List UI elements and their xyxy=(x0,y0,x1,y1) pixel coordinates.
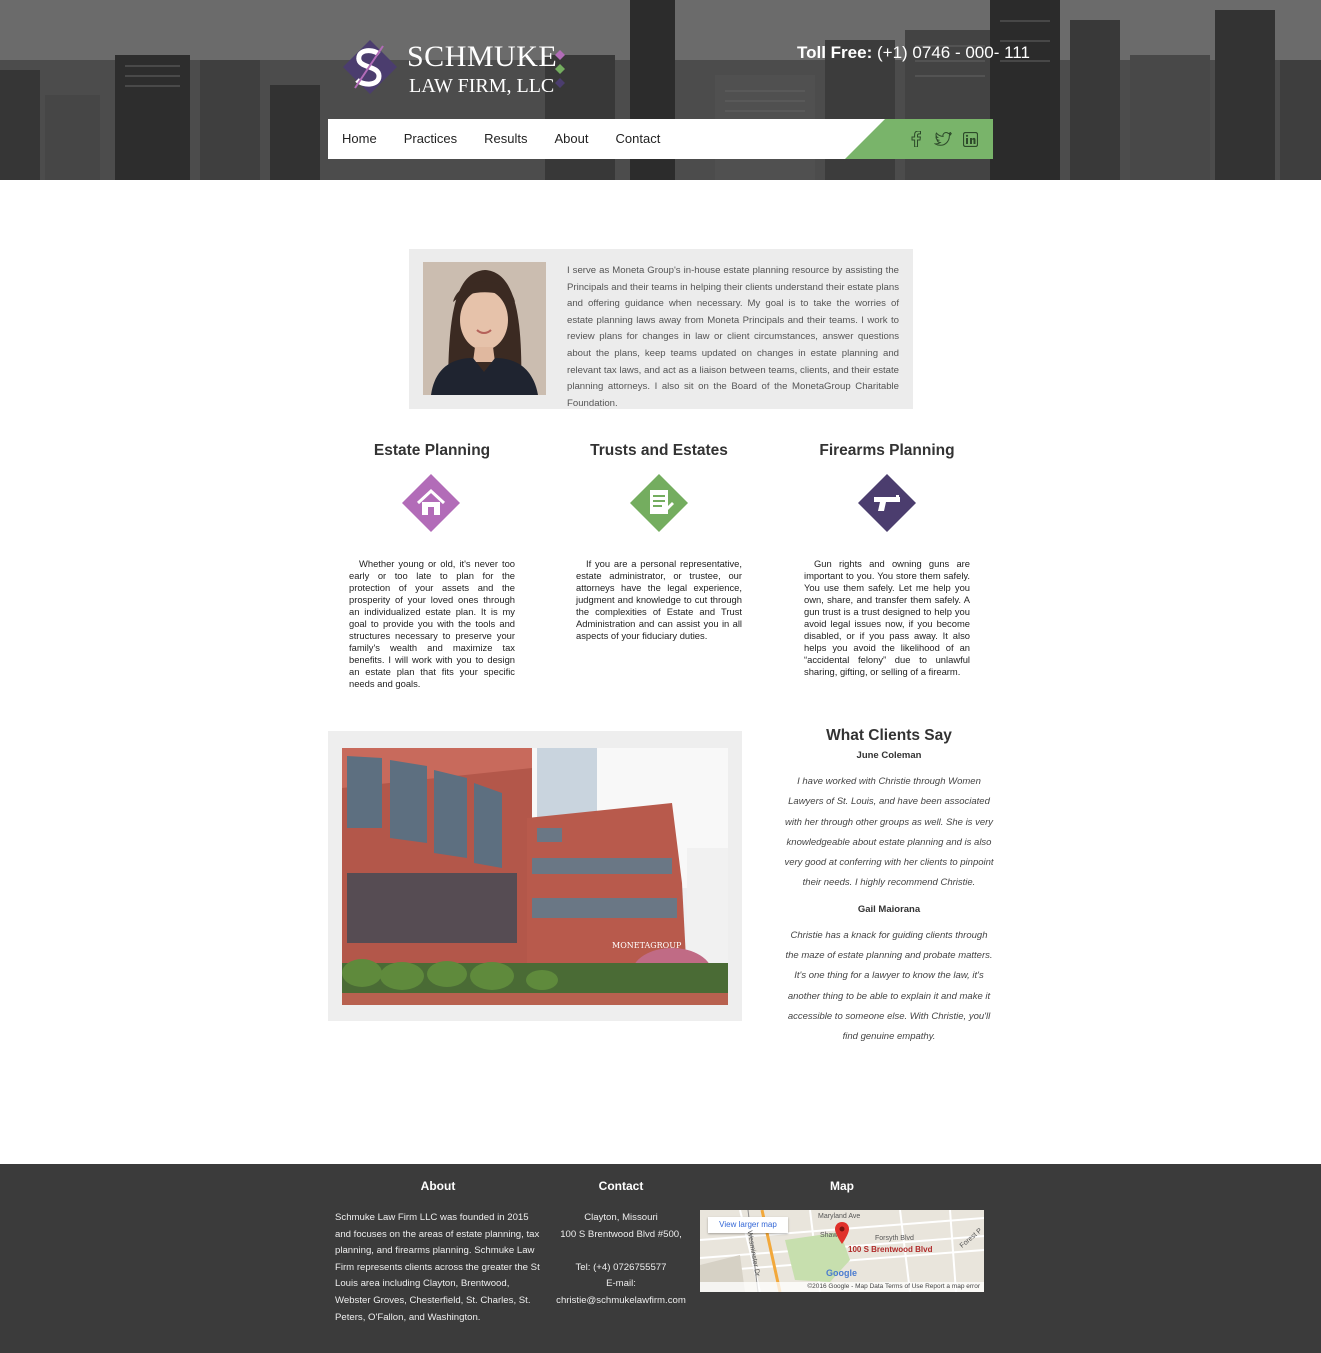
house-icon xyxy=(402,474,460,532)
toll-free-number: (+1) 0746 - 000- 111 xyxy=(876,43,1030,62)
nav-practices[interactable]: Practices xyxy=(404,119,457,159)
practice-description: Whether young or old, it's never too ear… xyxy=(349,558,515,689)
nav-about[interactable]: About xyxy=(555,119,589,159)
attorney-bio-card: I serve as Moneta Group's in-house estat… xyxy=(409,249,913,409)
map-address-label: 100 S Brentwood Blvd xyxy=(848,1245,933,1254)
practice-firearms-planning: Firearms Planning Gun rights and owning … xyxy=(783,440,991,677)
logo-s-emblem-icon xyxy=(343,40,397,94)
google-map[interactable]: View larger map Maryland Ave Forsyth Blv… xyxy=(700,1210,984,1292)
twitter-icon[interactable] xyxy=(934,130,952,148)
document-icon xyxy=(630,474,688,532)
firm-logo[interactable]: SCHMUKE LAW FIRM, LLC xyxy=(341,38,571,100)
logo-subname: LAW FIRM, LLC xyxy=(409,75,555,97)
logo-diamonds-icon xyxy=(555,50,565,88)
contact-city: Clayton, Missouri xyxy=(584,1212,658,1223)
practice-description: Gun rights and owning guns are important… xyxy=(804,558,970,677)
bio-text: I serve as Moneta Group's in-house estat… xyxy=(567,265,899,409)
main-navigation: Home Practices Results About Contact xyxy=(328,119,993,159)
contact-address: 100 S Brentwood Blvd #500, xyxy=(560,1228,682,1240)
map-attribution[interactable]: ©2016 Google - Map Data Terms of Use Rep… xyxy=(700,1282,984,1292)
facebook-icon[interactable] xyxy=(907,130,925,148)
contact-email-link[interactable]: christie@schmukelawfirm.com xyxy=(551,1293,691,1310)
testimonial-quote: Christie has a knack for guiding clients… xyxy=(785,929,993,1043)
practice-description: If you are a personal representative, es… xyxy=(576,558,742,641)
practice-trusts-estates: Trusts and Estates If you are a personal… xyxy=(555,440,763,641)
practice-title[interactable]: Firearms Planning xyxy=(783,440,991,462)
map-street-label: Maryland Ave xyxy=(818,1213,861,1220)
site-footer: About Contact Map Schmuke Law Firm LLC w… xyxy=(0,1164,1321,1353)
testimonial-author: Gail Maiorana xyxy=(857,903,921,915)
pistol-icon xyxy=(858,474,916,532)
logo-name: SCHMUKE xyxy=(407,40,558,73)
footer-about-text: Schmuke Law Firm LLC was founded in 2015… xyxy=(335,1212,540,1323)
practice-title[interactable]: Estate Planning xyxy=(328,440,536,462)
attorney-portrait xyxy=(423,262,546,395)
testimonial-author: June Coleman xyxy=(856,750,922,761)
footer-map-title: Map xyxy=(830,1179,854,1193)
contact-phone[interactable]: Tel: (+4) 0726755577 xyxy=(551,1260,691,1277)
nav-contact[interactable]: Contact xyxy=(616,119,661,159)
testimonials-section: What Clients Say June Coleman I have wor… xyxy=(782,724,996,1048)
toll-free-phone[interactable]: Toll Free: (+1) 0746 - 000- 111 xyxy=(797,43,1030,63)
map-street-label: Forsyth Blvd xyxy=(875,1235,914,1242)
footer-about-title: About xyxy=(420,1179,456,1193)
office-building-photo: MONETAGROUP xyxy=(342,748,728,1005)
google-logo: Google xyxy=(826,1268,857,1278)
toll-free-label: Toll Free: xyxy=(797,43,873,62)
practice-title[interactable]: Trusts and Estates xyxy=(555,440,763,462)
practice-estate-planning: Estate Planning Whether young or old, it… xyxy=(328,440,536,689)
testimonials-title: What Clients Say xyxy=(826,727,952,744)
nav-results[interactable]: Results xyxy=(484,119,527,159)
nav-home[interactable]: Home xyxy=(342,119,377,159)
testimonial-quote: I have worked with Christie through Wome… xyxy=(784,776,994,889)
linkedin-icon[interactable] xyxy=(961,130,979,148)
footer-contact-info: Clayton, Missouri 100 S Brentwood Blvd #… xyxy=(551,1210,691,1310)
footer-contact-title: Contact xyxy=(598,1179,644,1193)
contact-email-label: E-mail: xyxy=(606,1278,636,1290)
portrait-image xyxy=(423,262,546,395)
map-pin-icon[interactable] xyxy=(835,1222,849,1244)
social-links xyxy=(845,119,993,159)
office-photo-frame: MONETAGROUP xyxy=(328,731,742,1021)
header-hero: SCHMUKE LAW FIRM, LLC Toll Free: (+1) 07… xyxy=(0,0,1321,180)
